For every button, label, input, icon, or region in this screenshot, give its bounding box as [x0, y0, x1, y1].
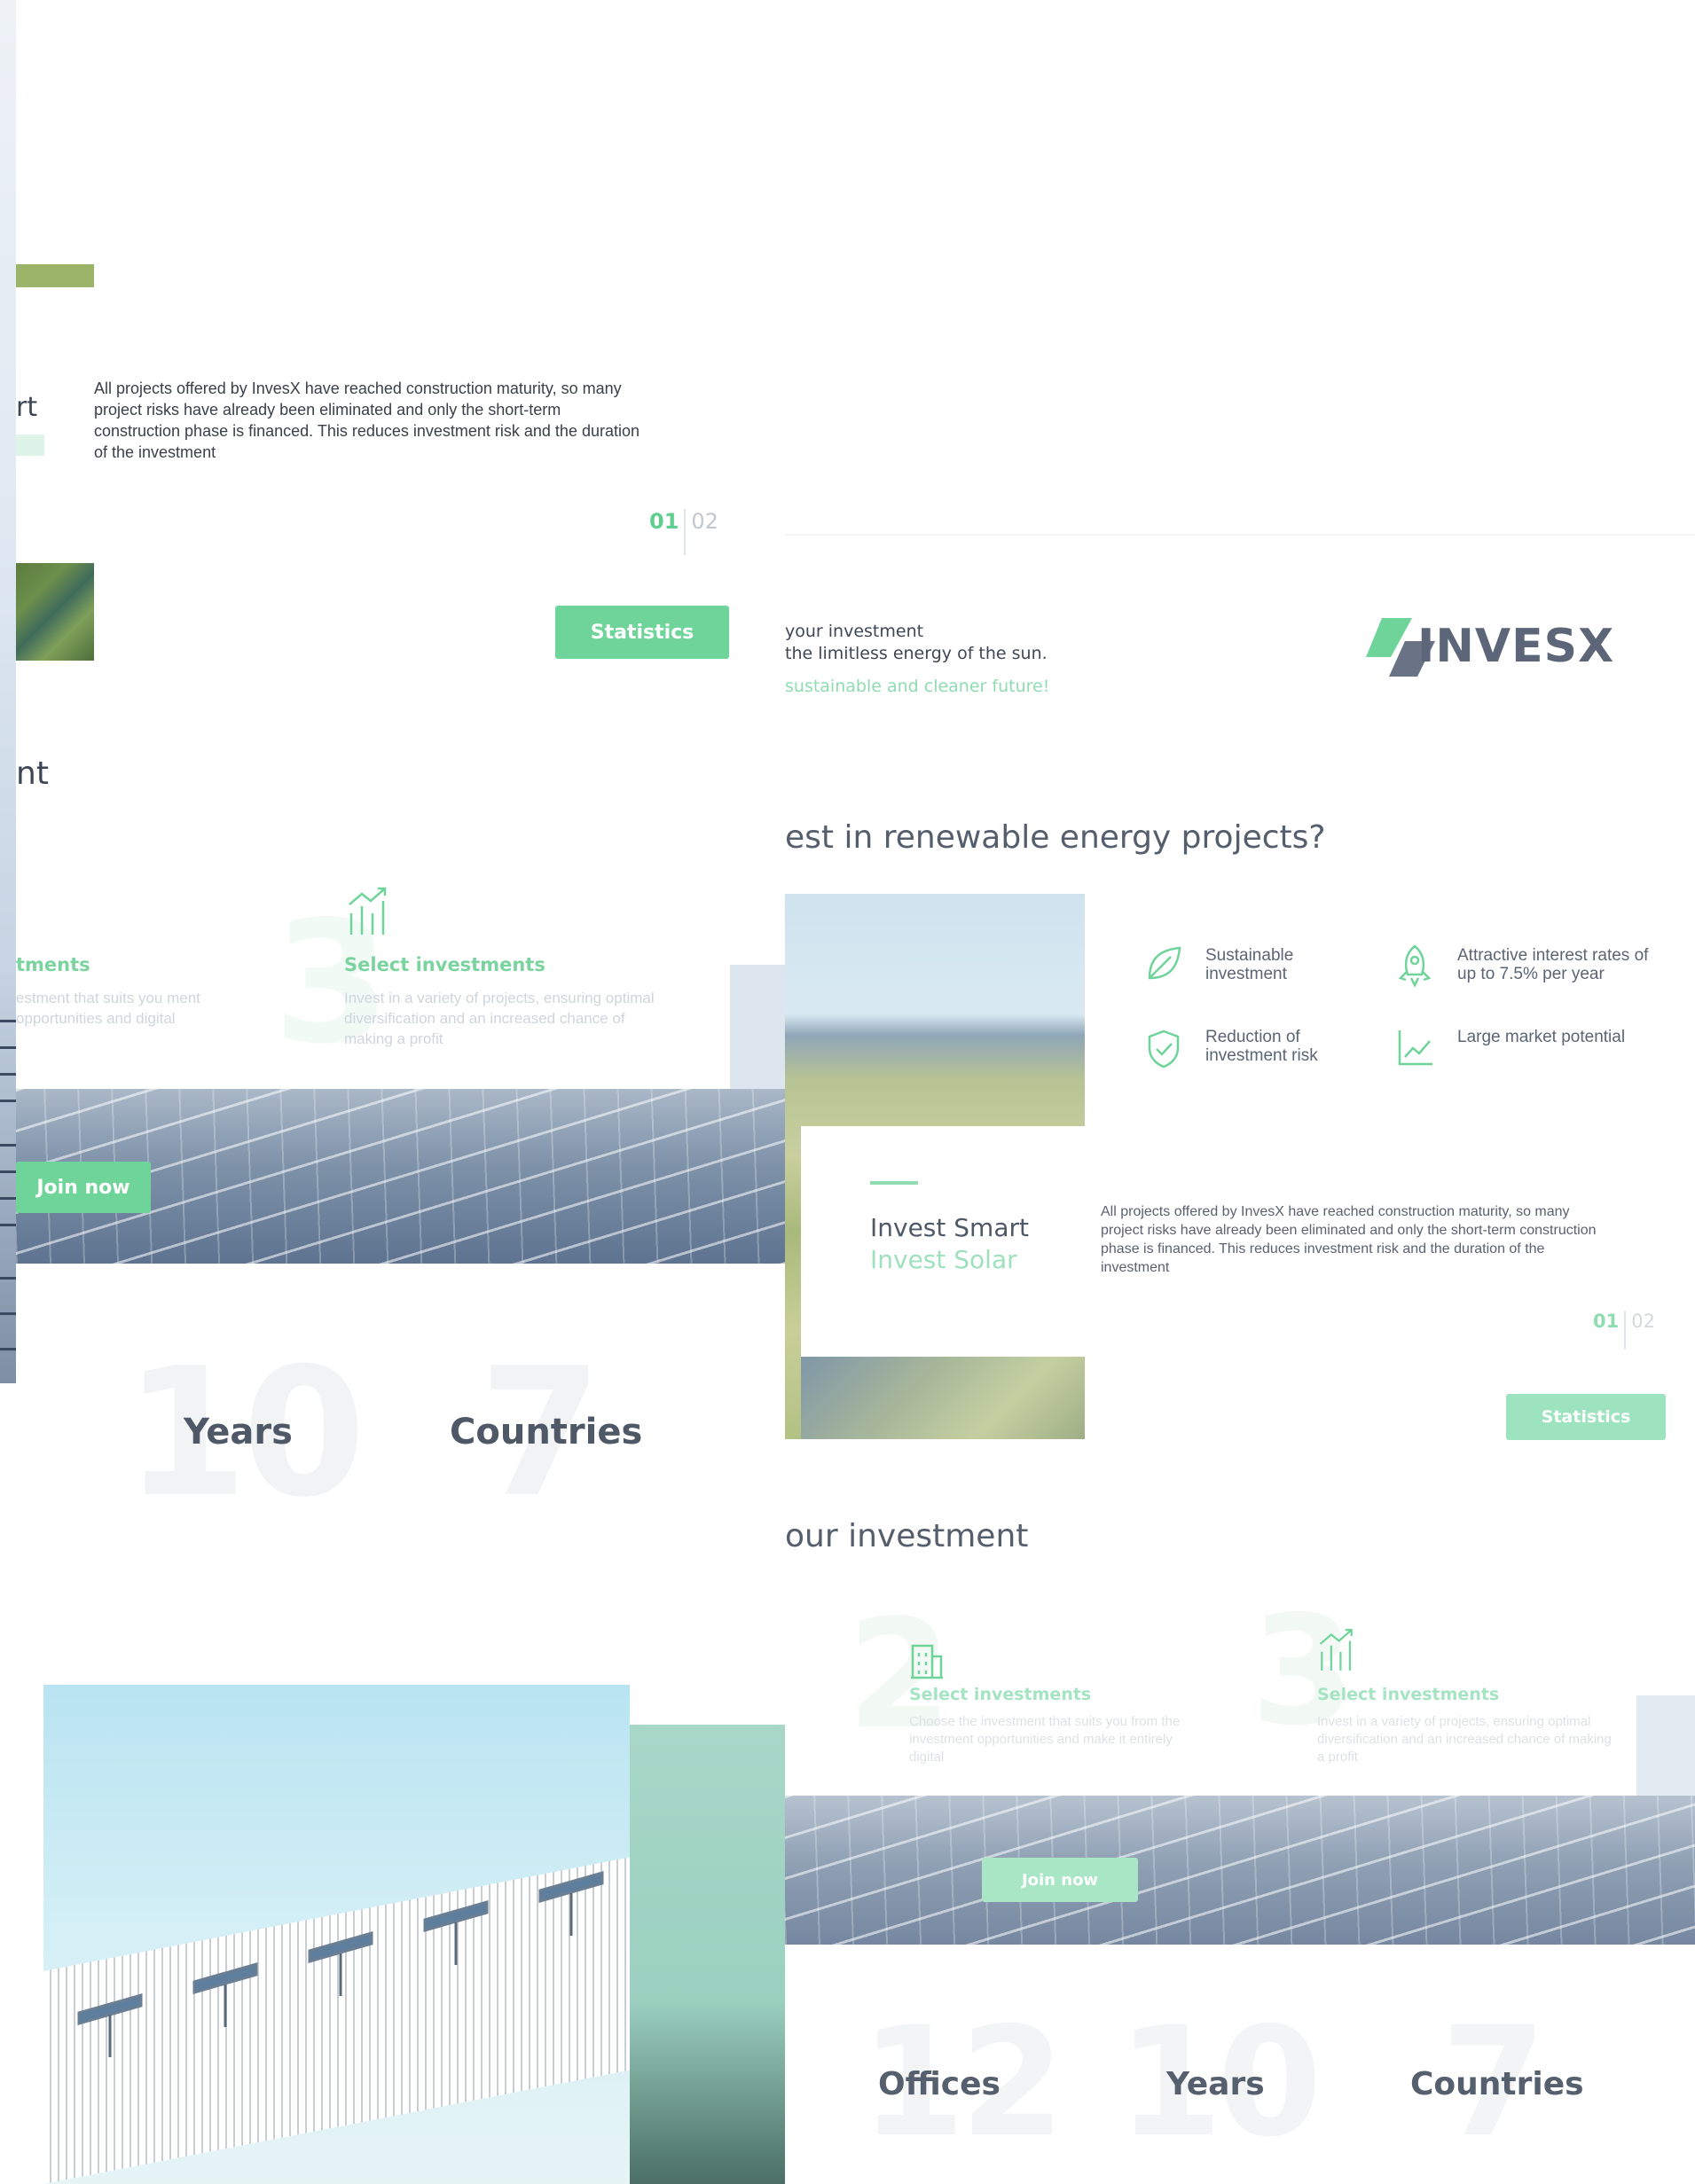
- benefit-label: Large market potential: [1457, 1028, 1626, 1046]
- intro-line: your investment: [785, 622, 924, 641]
- feature-title: Select investments: [344, 954, 545, 975]
- question-heading: est in renewable energy projects?: [785, 819, 1326, 856]
- section-heading: our investment: [785, 1518, 1029, 1554]
- feature-description: Invest in a variety of projects, ensurin…: [344, 990, 655, 1047]
- step-description: Invest in a variety of projects, ensurin…: [1317, 1714, 1612, 1765]
- heading-green-fragment: [16, 434, 44, 456]
- shield-check-icon: [1148, 1029, 1180, 1069]
- stat-label: Years: [184, 1412, 293, 1452]
- teal-building-photo: [630, 1725, 785, 2184]
- pager-divider: [684, 509, 687, 555]
- benefit-label: Reduction of investment risk: [1205, 1028, 1318, 1065]
- chart-up-icon: [1319, 1629, 1353, 1671]
- benefit-label: Attractive interest rates of up to 7.5% …: [1457, 946, 1649, 983]
- benefit-label: Sustainable investment: [1205, 946, 1294, 983]
- stat-label: Years: [1166, 2066, 1265, 2102]
- pager-divider: [1624, 1311, 1627, 1350]
- card-accent-line: [870, 1181, 918, 1185]
- intro-line: the limitless energy of the sun.: [785, 644, 1048, 663]
- card-subtitle: Invest Solar: [870, 1245, 1017, 1274]
- band-shadow: [1636, 1695, 1695, 1796]
- pager-current[interactable]: 01: [1593, 1311, 1619, 1332]
- card-title: Invest Smart: [870, 1213, 1029, 1242]
- chart-up-icon: [349, 887, 387, 935]
- feature-description: estment that suits you ment opportunitie…: [16, 990, 200, 1027]
- pager-next[interactable]: 02: [691, 509, 718, 534]
- left-screen: rt All projects offered by InvesX have r…: [0, 0, 785, 2184]
- right-screen: your investment the limitless energy of …: [785, 0, 1695, 2184]
- green-tab-accent: [16, 264, 94, 287]
- rocket-icon: [1398, 944, 1432, 987]
- statistics-button[interactable]: Statistics: [555, 606, 729, 659]
- rooftop-solar-photo: [43, 1685, 630, 2184]
- pager-current[interactable]: 01: [649, 509, 679, 534]
- field-image: [16, 563, 94, 661]
- steps-band: 2 Select investments Choose the investme…: [785, 1584, 1636, 1796]
- stat-label: Offices: [878, 2066, 1001, 2102]
- invest-card: Invest Smart Invest Solar All projects o…: [801, 1126, 1695, 1357]
- solar-panels-image: [785, 1796, 1695, 1945]
- leaf-icon: [1148, 946, 1181, 980]
- statistics-button[interactable]: Statistics: [1506, 1394, 1666, 1440]
- field-photo-lower: [801, 1357, 1085, 1439]
- features-band: tments estment that suits you ment oppor…: [16, 885, 730, 1089]
- feature-title: tments: [16, 954, 90, 975]
- slide-pager[interactable]: 01 02: [649, 509, 718, 555]
- step-description: Choose the investment that suits you fro…: [909, 1714, 1181, 1765]
- left-edge-image: [0, 0, 16, 1383]
- stat-label: Countries: [1410, 2066, 1584, 2102]
- slide-pager[interactable]: 01 02: [1593, 1311, 1655, 1350]
- intro-tagline: sustainable and cleaner future!: [785, 677, 1050, 696]
- join-now-button[interactable]: Join now: [982, 1858, 1138, 1902]
- project-description: All projects offered by InvesX have reac…: [94, 380, 640, 461]
- step-title: Select investments: [909, 1685, 1092, 1704]
- card-description: All projects offered by InvesX have reac…: [1101, 1204, 1597, 1275]
- pager-next[interactable]: 02: [1631, 1311, 1655, 1332]
- band-shadow: [730, 965, 785, 1089]
- building-icon: [911, 1644, 943, 1679]
- heading-fragment: rt: [16, 392, 38, 423]
- step-title: Select investments: [1317, 1685, 1500, 1704]
- trend-chart-icon: [1398, 1030, 1432, 1066]
- stat-label: Countries: [450, 1412, 643, 1452]
- logo-wordmark: INVESX: [1417, 620, 1615, 673]
- section-heading-fragment: nt: [16, 755, 49, 792]
- join-now-button[interactable]: Join now: [16, 1162, 151, 1213]
